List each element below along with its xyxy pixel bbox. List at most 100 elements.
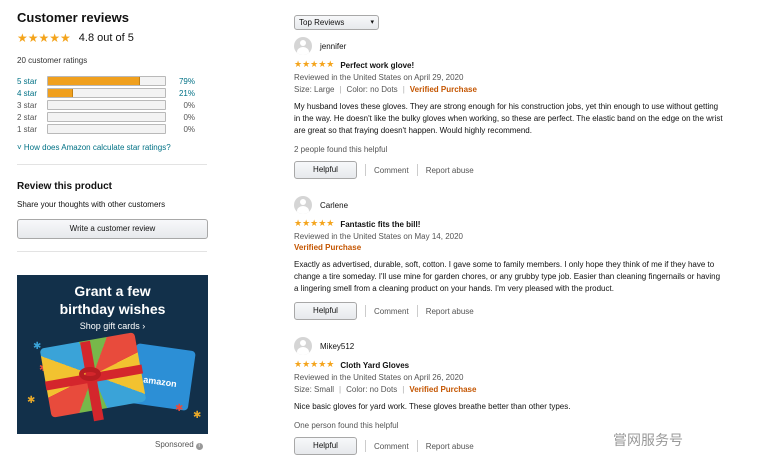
review-actions: Helpful Comment Report abuse [294, 161, 734, 179]
comment-link[interactable]: Comment [374, 307, 409, 316]
reviews-list: Top Reviews ▾ jennifer ★★★★★ Perfect wor… [294, 15, 734, 455]
review-item: Carlene ★★★★★ Fantastic fits the bill! R… [294, 196, 734, 320]
divider [17, 164, 207, 165]
rating-text: 4.8 out of 5 [78, 32, 134, 44]
star-rating-icon[interactable]: ★★★★★ [294, 220, 334, 229]
sparkle-icon: ✱ [175, 403, 184, 414]
sponsored-text: Sponsored [155, 440, 194, 449]
histogram-percent[interactable]: 21% [166, 89, 195, 98]
helpful-button[interactable]: Helpful [294, 161, 357, 179]
info-icon[interactable]: i [195, 443, 203, 450]
helpful-count: 2 people found this helpful [294, 145, 388, 154]
review-author[interactable]: Carlene [294, 196, 734, 214]
how-calculated-link[interactable]: ˅ How does Amazon calculate star ratings… [17, 143, 209, 152]
divider [365, 305, 366, 317]
gift-card-ad[interactable]: Grant a few birthday wishes Shop gift ca… [17, 275, 208, 434]
histogram-row-5-star[interactable]: 5 star 79% [17, 75, 209, 87]
review-this-product-title: Review this product [17, 181, 113, 192]
review-variant-row: Size: Small | Color: no Dots | Verified Purc… [294, 384, 734, 395]
ad-headline: Grant a few birthday wishes [17, 282, 208, 318]
divider [365, 440, 366, 452]
histogram-row-3-star: 3 star 0% [17, 99, 209, 111]
histogram-fill [48, 77, 141, 85]
review-headline[interactable]: Fantastic fits the bill! [340, 220, 420, 229]
review-body: Nice basic gloves for yard work. These g… [294, 402, 571, 411]
divider [416, 440, 418, 452]
report-abuse-link[interactable]: Report abuse [426, 442, 474, 451]
separator: | [402, 85, 405, 94]
review-headline[interactable]: Perfect work glove! [340, 61, 414, 70]
overall-rating: ★★★★★ 4.8 out of 5 [17, 31, 209, 45]
author-name[interactable]: Mikey512 [320, 342, 354, 351]
separator: | [402, 385, 405, 394]
avatar-icon [294, 196, 312, 214]
histogram-label: 2 star [17, 112, 38, 122]
sort-selected[interactable]: Top Reviews [299, 18, 344, 27]
review-author[interactable]: Mikey512 [294, 337, 734, 355]
review-headline-row: ★★★★★ Perfect work glove! [294, 60, 734, 71]
histogram-row-4-star[interactable]: 4 star 21% [17, 87, 209, 99]
divider [17, 251, 207, 252]
chevron-down-icon: ˅ [17, 143, 24, 152]
histogram-bar[interactable] [47, 88, 166, 98]
chevron-down-icon: ▾ [370, 19, 374, 26]
histogram-bar[interactable] [47, 76, 166, 86]
histogram-percent: 0% [183, 124, 195, 134]
histogram-bar [47, 112, 166, 122]
comment-link[interactable]: Comment [374, 166, 409, 175]
review-this-product-subtitle: Share your thoughts with other customers [17, 200, 166, 209]
histogram-percent[interactable]: 79% [166, 77, 195, 86]
star-rating-icon[interactable]: ★★★★★ [294, 61, 334, 70]
avatar-icon [294, 37, 312, 55]
report-abuse-link[interactable]: Report abuse [426, 307, 474, 316]
helpful-button[interactable]: Helpful [294, 302, 357, 320]
histogram-bar [47, 100, 166, 110]
histogram-percent: 0% [183, 112, 195, 122]
review-body: Exactly as advertised, durable, soft, co… [294, 260, 721, 293]
variant-size: Size: Large [294, 85, 335, 94]
variant-color: Color: no Dots [346, 385, 398, 394]
review-variant-row: Size: Large | Color: no Dots | Verified Purc… [294, 84, 734, 95]
review-body: My husband loves these gloves. They are … [294, 102, 723, 135]
gift-card-brand: amazon [142, 374, 178, 390]
variant-size: Size: Small [294, 385, 335, 394]
separator: | [339, 385, 342, 394]
divider [416, 164, 418, 176]
verified-purchase-badge: Verified Purchase [409, 85, 477, 94]
customer-reviews-title: Customer reviews [17, 10, 129, 25]
ratings-count: 20 customer ratings [17, 56, 88, 65]
histogram-fill [48, 89, 73, 97]
write-review-button[interactable]: Write a customer review [17, 219, 208, 239]
comment-link[interactable]: Comment [374, 442, 409, 451]
star-rating-icon[interactable]: ★★★★★ [294, 361, 334, 370]
author-name[interactable]: Carlene [320, 201, 348, 210]
review-headline[interactable]: Cloth Yard Gloves [340, 361, 409, 370]
report-abuse-link[interactable]: Report abuse [426, 166, 474, 175]
helpful-button[interactable]: Helpful [294, 437, 357, 455]
shop-gift-cards-link[interactable]: Shop gift cards › [17, 321, 208, 331]
review-headline-row: ★★★★★ Cloth Yard Gloves [294, 360, 734, 371]
review-date: Reviewed in the United States on April 2… [294, 373, 464, 382]
review-author[interactable]: jennifer [294, 37, 734, 55]
how-calculated-text[interactable]: How does Amazon calculate star ratings? [24, 143, 171, 152]
review-date: Reviewed in the United States on May 14,… [294, 232, 463, 241]
divider [365, 164, 366, 176]
sparkle-icon: ✱ [27, 395, 36, 406]
review-item: jennifer ★★★★★ Perfect work glove! Revie… [294, 37, 734, 179]
rating-histogram: 5 star 79% 4 star 21% 3 star 0% 2 star 0… [17, 75, 209, 135]
variant-color: Color: no Dots [346, 85, 398, 94]
histogram-label[interactable]: 4 star [17, 89, 47, 98]
histogram-label[interactable]: 5 star [17, 77, 47, 86]
histogram-row-1-star: 1 star 0% [17, 123, 209, 135]
ad-headline-line-1: Grant a few [74, 283, 151, 299]
histogram-row-2-star: 2 star 0% [17, 111, 209, 123]
histogram-bar [47, 124, 166, 134]
sort-dropdown[interactable]: Top Reviews ▾ [294, 15, 379, 30]
separator: | [339, 85, 342, 94]
watermark-text: 嘗网服务号 [613, 433, 683, 449]
sponsored-label: Sponsored i [155, 440, 203, 450]
author-name[interactable]: jennifer [320, 42, 346, 51]
ad-headline-line-2: birthday wishes [59, 301, 166, 317]
review-actions: Helpful Comment Report abuse [294, 302, 734, 320]
avatar-icon [294, 337, 312, 355]
